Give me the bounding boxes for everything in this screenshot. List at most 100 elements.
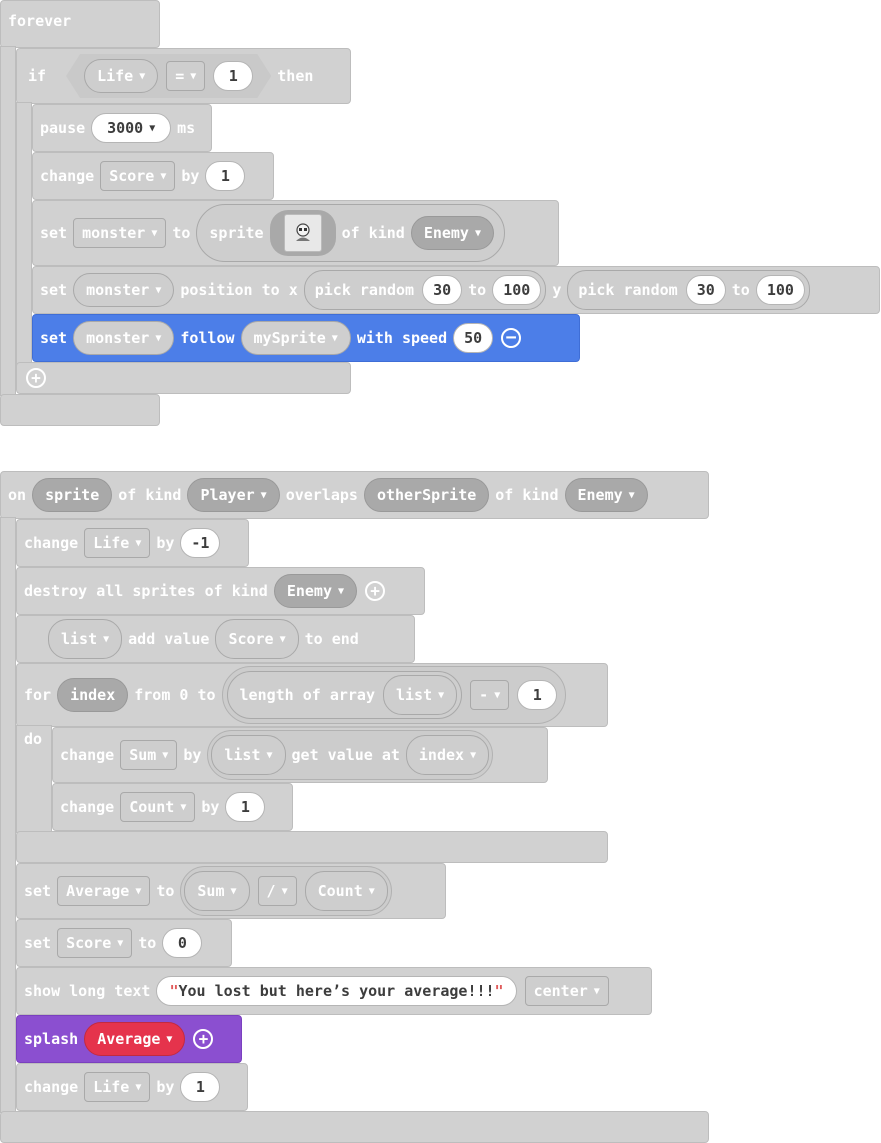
add-value-label: add value <box>128 630 210 648</box>
y-max-input[interactable]: 100 <box>755 275 805 305</box>
on-label: on <box>8 486 27 504</box>
if-label: if <box>28 67 47 85</box>
score-value-input[interactable]: 0 <box>162 928 203 958</box>
list-variable-dropdown[interactable]: list ▼ <box>48 619 123 659</box>
player-kind-dropdown[interactable]: Player ▼ <box>187 478 280 512</box>
by-label: by <box>156 1078 175 1096</box>
enemy-kind-dropdown[interactable]: Enemy ▼ <box>410 216 494 250</box>
show-long-text-label: show long text <box>24 982 151 1000</box>
divide-reporter[interactable]: Sum ▼ / ▼ Count ▼ <box>180 866 392 916</box>
sprite-of-kind-reporter[interactable]: sprite of kind Enemy ▼ <box>196 204 505 262</box>
of-kind-label: of kind <box>341 224 405 242</box>
by-label: by <box>156 534 175 552</box>
sum-variable-dropdown[interactable]: Sum ▼ <box>184 871 250 911</box>
destroy-label: destroy all sprites of kind <box>24 582 268 600</box>
count-variable-dropdown[interactable]: Count ▼ <box>304 871 388 911</box>
average-variable-dropdown[interactable]: Average ▼ <box>57 876 151 906</box>
monster-variable-dropdown[interactable]: monster ▼ <box>73 218 167 248</box>
long-text-input[interactable]: " You lost but here’s your average!!! " <box>156 976 517 1006</box>
set-label: set <box>24 882 52 900</box>
index-param[interactable]: index <box>57 678 129 712</box>
pause-unit-label: ms <box>177 119 196 137</box>
pause-label: pause <box>40 119 86 137</box>
x-max-input[interactable]: 100 <box>492 275 542 305</box>
do-label: do <box>24 730 43 748</box>
get-value-at-label: get value at <box>291 746 400 764</box>
for-label: for <box>24 686 52 704</box>
add-effect-plus-icon[interactable]: + <box>365 581 386 601</box>
sprite-image-picker[interactable] <box>269 210 336 256</box>
by-label: by <box>201 798 220 816</box>
to-label: to <box>468 281 487 299</box>
arithmetic-reporter[interactable]: length of array list ▼ - ▼ 1 <box>221 666 567 724</box>
life-variable-dropdown[interactable]: Life ▼ <box>84 528 151 558</box>
of-kind-label: of kind <box>118 486 182 504</box>
length-of-array-label: length of array <box>239 686 375 704</box>
to-label: to <box>138 934 157 952</box>
operator-dropdown[interactable]: - ▼ <box>470 680 510 710</box>
of-kind-label: of kind <box>495 486 559 504</box>
then-label: then <box>277 67 314 85</box>
pick-random-y-reporter[interactable]: pick random 30 to 100 <box>567 270 810 310</box>
if-condition[interactable]: Life ▼ = ▼ 1 <box>66 54 271 98</box>
score-variable-dropdown[interactable]: Score ▼ <box>215 619 299 659</box>
forever-footer <box>0 394 160 426</box>
to-label: to <box>731 281 750 299</box>
by-label: by <box>181 167 200 185</box>
list-variable-dropdown[interactable]: list ▼ <box>383 675 458 715</box>
get-value-reporter[interactable]: list ▼ get value at index ▼ <box>207 730 494 780</box>
life-variable-dropdown[interactable]: Life ▼ <box>84 1072 151 1102</box>
if-left-arm <box>16 102 32 366</box>
to-label: to <box>156 882 175 900</box>
add-else-plus-icon[interactable]: + <box>26 368 46 388</box>
change-label: change <box>40 167 95 185</box>
index-variable-dropdown[interactable]: index ▼ <box>405 735 490 775</box>
position-to-x-label: position to x <box>180 281 298 299</box>
my-sprite-dropdown[interactable]: mySprite ▼ <box>240 321 351 355</box>
add-param-plus-icon[interactable]: + <box>193 1029 214 1049</box>
average-variable-dropdown[interactable]: Average ▼ <box>84 1022 186 1056</box>
remove-minus-icon[interactable]: − <box>501 328 522 348</box>
monster-sprite-icon <box>283 214 322 252</box>
enemy-kind-dropdown[interactable]: Enemy ▼ <box>273 574 358 608</box>
set-label: set <box>40 224 68 242</box>
by-label: by <box>183 746 202 764</box>
pick-random-label: pick random <box>314 281 415 299</box>
operator-dropdown[interactable]: = ▼ <box>166 61 205 91</box>
length-of-array-reporter[interactable]: length of array list ▼ <box>226 671 463 719</box>
monster-variable-dropdown[interactable]: monster ▼ <box>73 273 175 307</box>
pick-random-x-reporter[interactable]: pick random 30 to 100 <box>303 270 547 310</box>
overlaps-label: overlaps <box>285 486 358 504</box>
to-label: to <box>172 224 191 242</box>
pause-duration-dropdown[interactable]: 3000 ▼ <box>91 113 172 143</box>
x-min-input[interactable]: 30 <box>422 275 463 305</box>
score-variable-dropdown[interactable]: Score ▼ <box>100 161 176 191</box>
sprite-param[interactable]: sprite <box>32 478 113 512</box>
list-variable-dropdown[interactable]: list ▼ <box>211 735 286 775</box>
enemy-kind-dropdown[interactable]: Enemy ▼ <box>564 478 648 512</box>
alignment-dropdown[interactable]: center ▼ <box>524 976 609 1006</box>
operator-dropdown[interactable]: / ▼ <box>257 876 297 906</box>
change-label: change <box>60 798 115 816</box>
for-loop-footer <box>16 831 608 863</box>
condition-value-input[interactable]: 1 <box>213 61 253 91</box>
follow-label: follow <box>180 329 235 347</box>
change-amount-input[interactable]: 1 <box>225 792 266 822</box>
change-amount-input[interactable]: 1 <box>205 161 246 191</box>
y-min-input[interactable]: 30 <box>685 275 726 305</box>
overlap-footer <box>0 1111 709 1143</box>
sum-variable-dropdown[interactable]: Sum ▼ <box>120 740 178 770</box>
overlap-left-arm <box>0 517 16 1113</box>
count-variable-dropdown[interactable]: Count ▼ <box>120 792 196 822</box>
score-variable-dropdown[interactable]: Score ▼ <box>57 928 133 958</box>
life-variable-dropdown[interactable]: Life ▼ <box>84 59 158 93</box>
change-label: change <box>24 1078 79 1096</box>
operand-input[interactable]: 1 <box>517 680 558 710</box>
other-sprite-param[interactable]: otherSprite <box>363 478 490 512</box>
change-amount-input[interactable]: 1 <box>180 1072 221 1102</box>
splash-label: splash <box>24 1030 79 1048</box>
change-amount-input[interactable]: -1 <box>180 528 221 558</box>
with-speed-label: with speed <box>356 329 448 347</box>
speed-input[interactable]: 50 <box>453 323 494 353</box>
monster-variable-dropdown[interactable]: monster ▼ <box>73 321 175 355</box>
